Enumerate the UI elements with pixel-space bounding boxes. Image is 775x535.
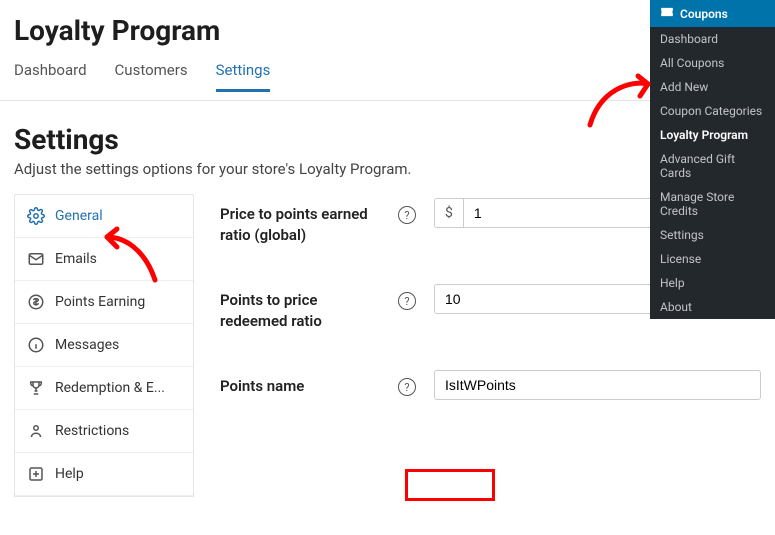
info-icon	[27, 336, 45, 354]
label-price-to-points: Price to points earned ratio (global)	[220, 198, 380, 246]
coupon-icon	[660, 6, 674, 21]
mail-icon	[27, 250, 45, 268]
admin-menu-item-license[interactable]: License	[650, 247, 775, 271]
input-wrap-points-name	[434, 370, 761, 400]
admin-flyout-menu: Coupons Dashboard All Coupons Add New Co…	[650, 0, 775, 319]
admin-menu-item-dashboard[interactable]: Dashboard	[650, 27, 775, 51]
admin-menu-item-all-coupons[interactable]: All Coupons	[650, 51, 775, 75]
label-points-name: Points name	[220, 370, 380, 397]
admin-menu-item-loyalty-program[interactable]: Loyalty Program	[650, 123, 775, 147]
admin-menu-item-settings[interactable]: Settings	[650, 223, 775, 247]
dollar-icon	[27, 293, 45, 311]
label-points-to-price: Points to price redeemed ratio	[220, 284, 380, 332]
row-points-name: Points name ?	[220, 370, 761, 400]
sidebar-item-emails[interactable]: Emails	[15, 238, 193, 281]
admin-menu-item-coupon-categories[interactable]: Coupon Categories	[650, 99, 775, 123]
currency-prefix: $	[434, 198, 463, 228]
admin-menu-item-help[interactable]: Help	[650, 271, 775, 295]
tab-settings[interactable]: Settings	[216, 55, 271, 92]
sidebar-item-label: Emails	[55, 251, 97, 267]
trophy-icon	[27, 379, 45, 397]
sidebar-item-label: Help	[55, 466, 84, 482]
tab-dashboard[interactable]: Dashboard	[14, 55, 87, 92]
sidebar-item-messages[interactable]: Messages	[15, 324, 193, 367]
gear-icon	[27, 207, 45, 225]
help-icon[interactable]: ?	[398, 378, 416, 396]
person-icon	[27, 422, 45, 440]
settings-sidebar: General Emails Points Earning Messages R…	[14, 194, 194, 497]
sidebar-item-redemption[interactable]: Redemption & E...	[15, 367, 193, 410]
tab-customers[interactable]: Customers	[115, 55, 188, 92]
help-icon[interactable]: ?	[398, 206, 416, 224]
sidebar-item-label: Points Earning	[55, 294, 145, 310]
plus-box-icon	[27, 465, 45, 483]
admin-menu-item-about[interactable]: About	[650, 295, 775, 319]
points-name-input[interactable]	[434, 370, 761, 400]
sidebar-item-help[interactable]: Help	[15, 453, 193, 496]
admin-menu-item-add-new[interactable]: Add New	[650, 75, 775, 99]
admin-menu-item-manage-store-credits[interactable]: Manage Store Credits	[650, 185, 775, 223]
admin-menu-header-label: Coupons	[680, 7, 728, 21]
sidebar-item-label: General	[55, 208, 103, 224]
admin-menu-item-advanced-gift-cards[interactable]: Advanced Gift Cards	[650, 147, 775, 185]
sidebar-item-restrictions[interactable]: Restrictions	[15, 410, 193, 453]
sidebar-item-label: Redemption & E...	[55, 380, 165, 396]
sidebar-item-points-earning[interactable]: Points Earning	[15, 281, 193, 324]
sidebar-item-label: Restrictions	[55, 423, 129, 439]
help-icon[interactable]: ?	[398, 292, 416, 310]
admin-menu-header[interactable]: Coupons	[650, 0, 775, 27]
sidebar-item-general[interactable]: General	[15, 195, 193, 238]
sidebar-item-label: Messages	[55, 337, 119, 353]
